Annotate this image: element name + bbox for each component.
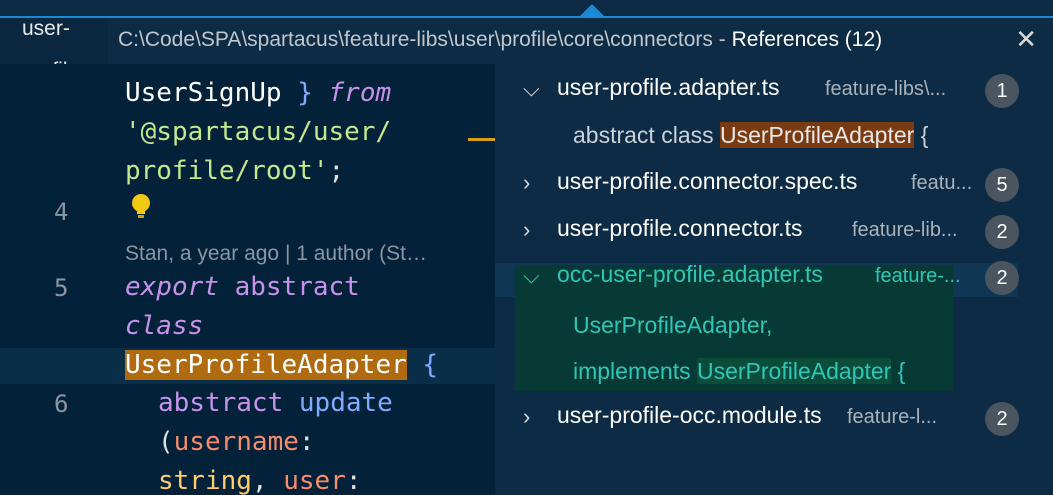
reference-file-name: user-profile-occ.module.ts <box>557 402 822 428</box>
reference-count-badge: 1 <box>985 74 1019 108</box>
codelens-blame[interactable]: Stan, a year ago | 1 author (St… <box>125 242 427 266</box>
code-token: UserSignUp <box>125 78 282 108</box>
match-text: { <box>914 122 929 148</box>
reference-match[interactable]: implements UserProfileAdapter { <box>573 358 905 385</box>
match-text: { <box>891 358 906 384</box>
code-line: '@spartacus/user/ <box>125 117 391 147</box>
match-text: abstract class <box>573 122 720 148</box>
reference-file-row-selected[interactable]: ⌵ occ-user-profile.adapter.ts feature-..… <box>495 255 1053 301</box>
code-token: ; <box>328 156 345 186</box>
reference-match[interactable]: abstract class UserProfileAdapter { <box>573 122 928 149</box>
reference-file-path: feature-... <box>875 265 961 287</box>
peek-path: C:\Code\SPA\spartacus\feature-libs\user\… <box>118 28 713 51</box>
chevron-down-icon[interactable]: ⌵ <box>523 263 543 288</box>
code-token: abstract <box>158 388 284 418</box>
code-line: export abstract <box>125 272 360 302</box>
reference-file-path: feature-libs\... <box>825 78 947 100</box>
editor-tab[interactable]: user-profil <box>0 0 108 64</box>
chevron-right-icon[interactable]: › <box>523 217 543 242</box>
peek-header-text: C:\Code\SPA\spartacus\feature-libs\user\… <box>118 28 882 52</box>
code-token: string <box>158 466 252 495</box>
code-line: UserSignUp } from <box>125 78 391 108</box>
code-token: } <box>281 78 329 108</box>
match-highlight: UserProfileAdapter <box>573 312 767 338</box>
peek-editor[interactable]: UserSignUp } from '@spartacus/user/ prof… <box>0 64 495 495</box>
peek-header: C:\Code\SPA\spartacus\feature-libs\user\… <box>108 18 1053 66</box>
chevron-right-icon[interactable]: › <box>523 170 543 195</box>
reference-match[interactable]: UserProfileAdapter, <box>573 312 772 339</box>
reference-file-name: user-profile.connector.ts <box>557 215 803 241</box>
code-token: ( <box>158 427 174 457</box>
code-token: : <box>345 466 362 495</box>
code-token: abstract <box>218 272 360 302</box>
peek-separator: - <box>712 28 732 51</box>
code-line: (username: <box>158 427 315 457</box>
match-highlight: UserProfileAdapter <box>696 358 892 384</box>
code-token: export <box>125 272 219 302</box>
code-line: UserProfileAdapter { <box>125 350 438 380</box>
line-number: 4 <box>54 198 69 226</box>
reference-file-row[interactable]: › user-profile.connector.ts feature-lib.… <box>495 209 1053 255</box>
line-number: 5 <box>54 274 69 302</box>
code-token: username <box>173 427 299 457</box>
reference-file-name: user-profile.connector.spec.ts <box>557 168 858 194</box>
code-line: class <box>125 311 203 341</box>
match-text: , <box>766 312 773 338</box>
close-icon[interactable]: ✕ <box>1015 24 1037 55</box>
match-highlight: UserProfileAdapter <box>720 122 915 148</box>
code-token: update <box>283 388 393 418</box>
references-tree[interactable]: ⌵ user-profile.adapter.ts feature-libs\.… <box>495 64 1053 495</box>
highlighted-symbol: UserProfileAdapter <box>125 350 407 380</box>
reference-file-path: feature-l... <box>847 406 938 428</box>
match-text: implements <box>573 358 697 384</box>
code-line: profile/root'; <box>125 156 344 186</box>
reference-file-name: occ-user-profile.adapter.ts <box>557 261 823 287</box>
code-line: string, user: <box>158 466 362 495</box>
code-token: profile/root' <box>125 156 329 186</box>
reference-count-badge: 2 <box>985 402 1019 436</box>
peek-title: References (12) <box>731 28 883 51</box>
reference-count-badge: 2 <box>985 215 1019 249</box>
lightbulb-icon[interactable] <box>128 192 154 225</box>
overview-ruler-mark <box>468 138 495 141</box>
reference-file-row[interactable]: › user-profile.connector.spec.ts featu..… <box>495 162 1053 208</box>
reference-file-name: user-profile.adapter.ts <box>557 74 780 100</box>
reference-file-row[interactable]: › user-profile-occ.module.ts feature-l..… <box>495 396 1053 442</box>
code-token: class <box>125 311 204 341</box>
code-line: abstract update <box>158 388 393 418</box>
reference-count-badge: 2 <box>985 261 1019 295</box>
reference-file-row[interactable]: ⌵ user-profile.adapter.ts feature-libs\.… <box>495 68 1053 114</box>
code-token: : <box>298 427 315 457</box>
code-token: { <box>406 350 439 380</box>
code-token: , <box>251 466 284 495</box>
peek-arrow <box>580 4 604 16</box>
reference-count-badge: 5 <box>985 168 1019 202</box>
code-token: user <box>283 466 346 495</box>
chevron-right-icon[interactable]: › <box>523 404 543 429</box>
reference-file-path: featu... <box>911 172 973 194</box>
chevron-down-icon[interactable]: ⌵ <box>523 76 543 101</box>
code-token: from <box>328 78 392 108</box>
code-token: '@spartacus/user/ <box>125 117 392 147</box>
line-number: 6 <box>54 390 69 418</box>
reference-file-path: feature-lib... <box>852 219 958 241</box>
